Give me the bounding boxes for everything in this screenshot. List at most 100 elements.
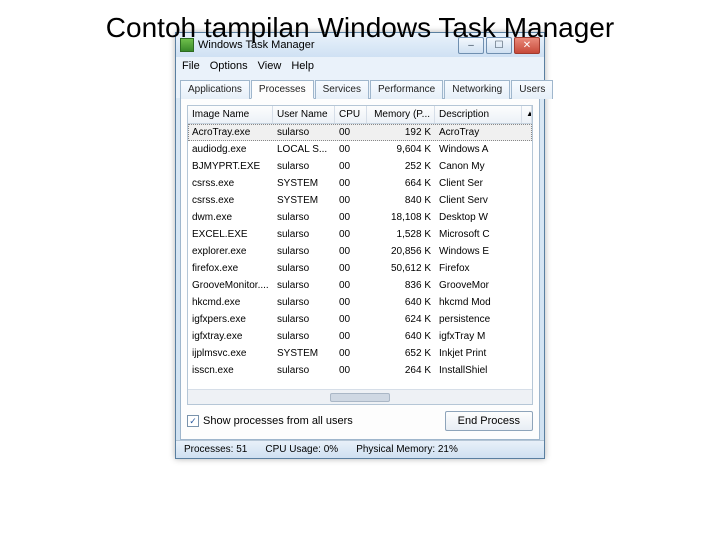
cell-cpu: 00 [335, 161, 367, 172]
minimize-button[interactable]: – [458, 37, 484, 54]
cell-desc: persistence [435, 314, 532, 325]
cell-image: BJMYPRT.EXE [188, 161, 273, 172]
window-title: Windows Task Manager [198, 39, 456, 51]
cell-desc: Windows E [435, 246, 532, 257]
column-headers: Image Name User Name CPU Memory (P... De… [188, 106, 532, 124]
status-bar: Processes: 51 CPU Usage: 0% Physical Mem… [176, 440, 544, 458]
cell-mem: 840 K [367, 195, 435, 206]
table-row[interactable]: firefox.exesularso0050,612 KFirefox [188, 260, 532, 277]
cell-image: ijplmsvc.exe [188, 348, 273, 359]
cell-cpu: 00 [335, 365, 367, 376]
status-memory: Physical Memory: 21% [356, 444, 458, 455]
cell-user: sularso [273, 297, 335, 308]
col-cpu[interactable]: CPU [335, 106, 367, 123]
slide-title: Contoh tampilan Windows Task Manager [0, 0, 720, 44]
col-memory[interactable]: Memory (P... [367, 106, 435, 123]
table-row[interactable]: AcroTray.exesularso00192 KAcroTray [188, 124, 532, 141]
table-row[interactable]: ijplmsvc.exeSYSTEM00652 KInkjet Print [188, 345, 532, 362]
status-processes: Processes: 51 [184, 444, 247, 455]
tab-applications[interactable]: Applications [180, 80, 250, 99]
col-image-name[interactable]: Image Name [188, 106, 273, 123]
process-list[interactable]: Image Name User Name CPU Memory (P... De… [187, 105, 533, 405]
scroll-thumb[interactable] [330, 393, 390, 402]
cell-user: sularso [273, 314, 335, 325]
table-row[interactable]: csrss.exeSYSTEM00664 KClient Ser [188, 175, 532, 192]
cell-mem: 1,528 K [367, 229, 435, 240]
cell-user: sularso [273, 212, 335, 223]
cell-image: firefox.exe [188, 263, 273, 274]
cell-mem: 624 K [367, 314, 435, 325]
cell-desc: AcroTray [435, 127, 532, 138]
cell-cpu: 00 [335, 229, 367, 240]
table-row[interactable]: hkcmd.exesularso00640 Khkcmd Mod [188, 294, 532, 311]
cell-desc: Inkjet Print [435, 348, 532, 359]
cell-cpu: 00 [335, 314, 367, 325]
menu-options[interactable]: Options [210, 60, 248, 72]
end-process-button[interactable]: End Process [445, 411, 533, 431]
menu-file[interactable]: File [182, 60, 200, 72]
cell-cpu: 00 [335, 212, 367, 223]
cell-image: isscn.exe [188, 365, 273, 376]
cell-user: sularso [273, 365, 335, 376]
cell-mem: 652 K [367, 348, 435, 359]
process-rows: AcroTray.exesularso00192 KAcroTrayaudiod… [188, 124, 532, 389]
cell-user: sularso [273, 246, 335, 257]
table-row[interactable]: igfxpers.exesularso00624 Kpersistence [188, 311, 532, 328]
horizontal-scrollbar[interactable] [188, 389, 532, 404]
cell-desc: Firefox [435, 263, 532, 274]
close-button[interactable]: ✕ [514, 37, 540, 54]
tab-performance[interactable]: Performance [370, 80, 443, 99]
tab-strip: Applications Processes Services Performa… [176, 75, 544, 98]
cell-desc: Windows A [435, 144, 532, 155]
cell-desc: hkcmd Mod [435, 297, 532, 308]
table-row[interactable]: isscn.exesularso00264 KInstallShiel [188, 362, 532, 379]
col-user-name[interactable]: User Name [273, 106, 335, 123]
show-all-users-checkbox[interactable]: ✓ Show processes from all users [187, 415, 353, 427]
table-row[interactable]: igfxtray.exesularso00640 KigfxTray M [188, 328, 532, 345]
cell-image: explorer.exe [188, 246, 273, 257]
cell-user: LOCAL S... [273, 144, 335, 155]
table-row[interactable]: EXCEL.EXEsularso001,528 KMicrosoft C [188, 226, 532, 243]
cell-desc: Microsoft C [435, 229, 532, 240]
cell-desc: igfxTray M [435, 331, 532, 342]
table-row[interactable]: audiodg.exeLOCAL S...009,604 KWindows A [188, 141, 532, 158]
cell-mem: 9,604 K [367, 144, 435, 155]
tab-users[interactable]: Users [511, 80, 553, 99]
cell-user: SYSTEM [273, 348, 335, 359]
cell-user: sularso [273, 280, 335, 291]
cell-mem: 264 K [367, 365, 435, 376]
table-row[interactable]: csrss.exeSYSTEM00840 KClient Serv [188, 192, 532, 209]
tab-services[interactable]: Services [315, 80, 369, 99]
table-row[interactable]: dwm.exesularso0018,108 KDesktop W [188, 209, 532, 226]
menu-help[interactable]: Help [291, 60, 314, 72]
checkbox-icon: ✓ [187, 415, 199, 427]
cell-image: csrss.exe [188, 195, 273, 206]
tab-processes[interactable]: Processes [251, 80, 314, 99]
cell-cpu: 00 [335, 280, 367, 291]
cell-user: sularso [273, 161, 335, 172]
cell-user: sularso [273, 263, 335, 274]
menu-view[interactable]: View [258, 60, 282, 72]
cell-desc: Canon My [435, 161, 532, 172]
cell-mem: 640 K [367, 331, 435, 342]
cell-mem: 640 K [367, 297, 435, 308]
cell-cpu: 00 [335, 348, 367, 359]
table-row[interactable]: BJMYPRT.EXEsularso00252 KCanon My [188, 158, 532, 175]
cell-image: igfxtray.exe [188, 331, 273, 342]
maximize-button[interactable]: ☐ [486, 37, 512, 54]
cell-desc: GrooveMor [435, 280, 532, 291]
cell-image: audiodg.exe [188, 144, 273, 155]
cell-cpu: 00 [335, 297, 367, 308]
cell-cpu: 00 [335, 263, 367, 274]
cell-image: AcroTray.exe [188, 127, 273, 138]
status-cpu: CPU Usage: 0% [265, 444, 338, 455]
cell-image: EXCEL.EXE [188, 229, 273, 240]
panel-footer: ✓ Show processes from all users End Proc… [187, 405, 533, 433]
cell-mem: 20,856 K [367, 246, 435, 257]
tab-networking[interactable]: Networking [444, 80, 510, 99]
table-row[interactable]: explorer.exesularso0020,856 KWindows E [188, 243, 532, 260]
col-description[interactable]: Description [435, 106, 522, 123]
cell-image: GrooveMonitor.... [188, 280, 273, 291]
table-row[interactable]: GrooveMonitor....sularso00836 KGrooveMor [188, 277, 532, 294]
processes-panel: Image Name User Name CPU Memory (P... De… [180, 98, 540, 440]
